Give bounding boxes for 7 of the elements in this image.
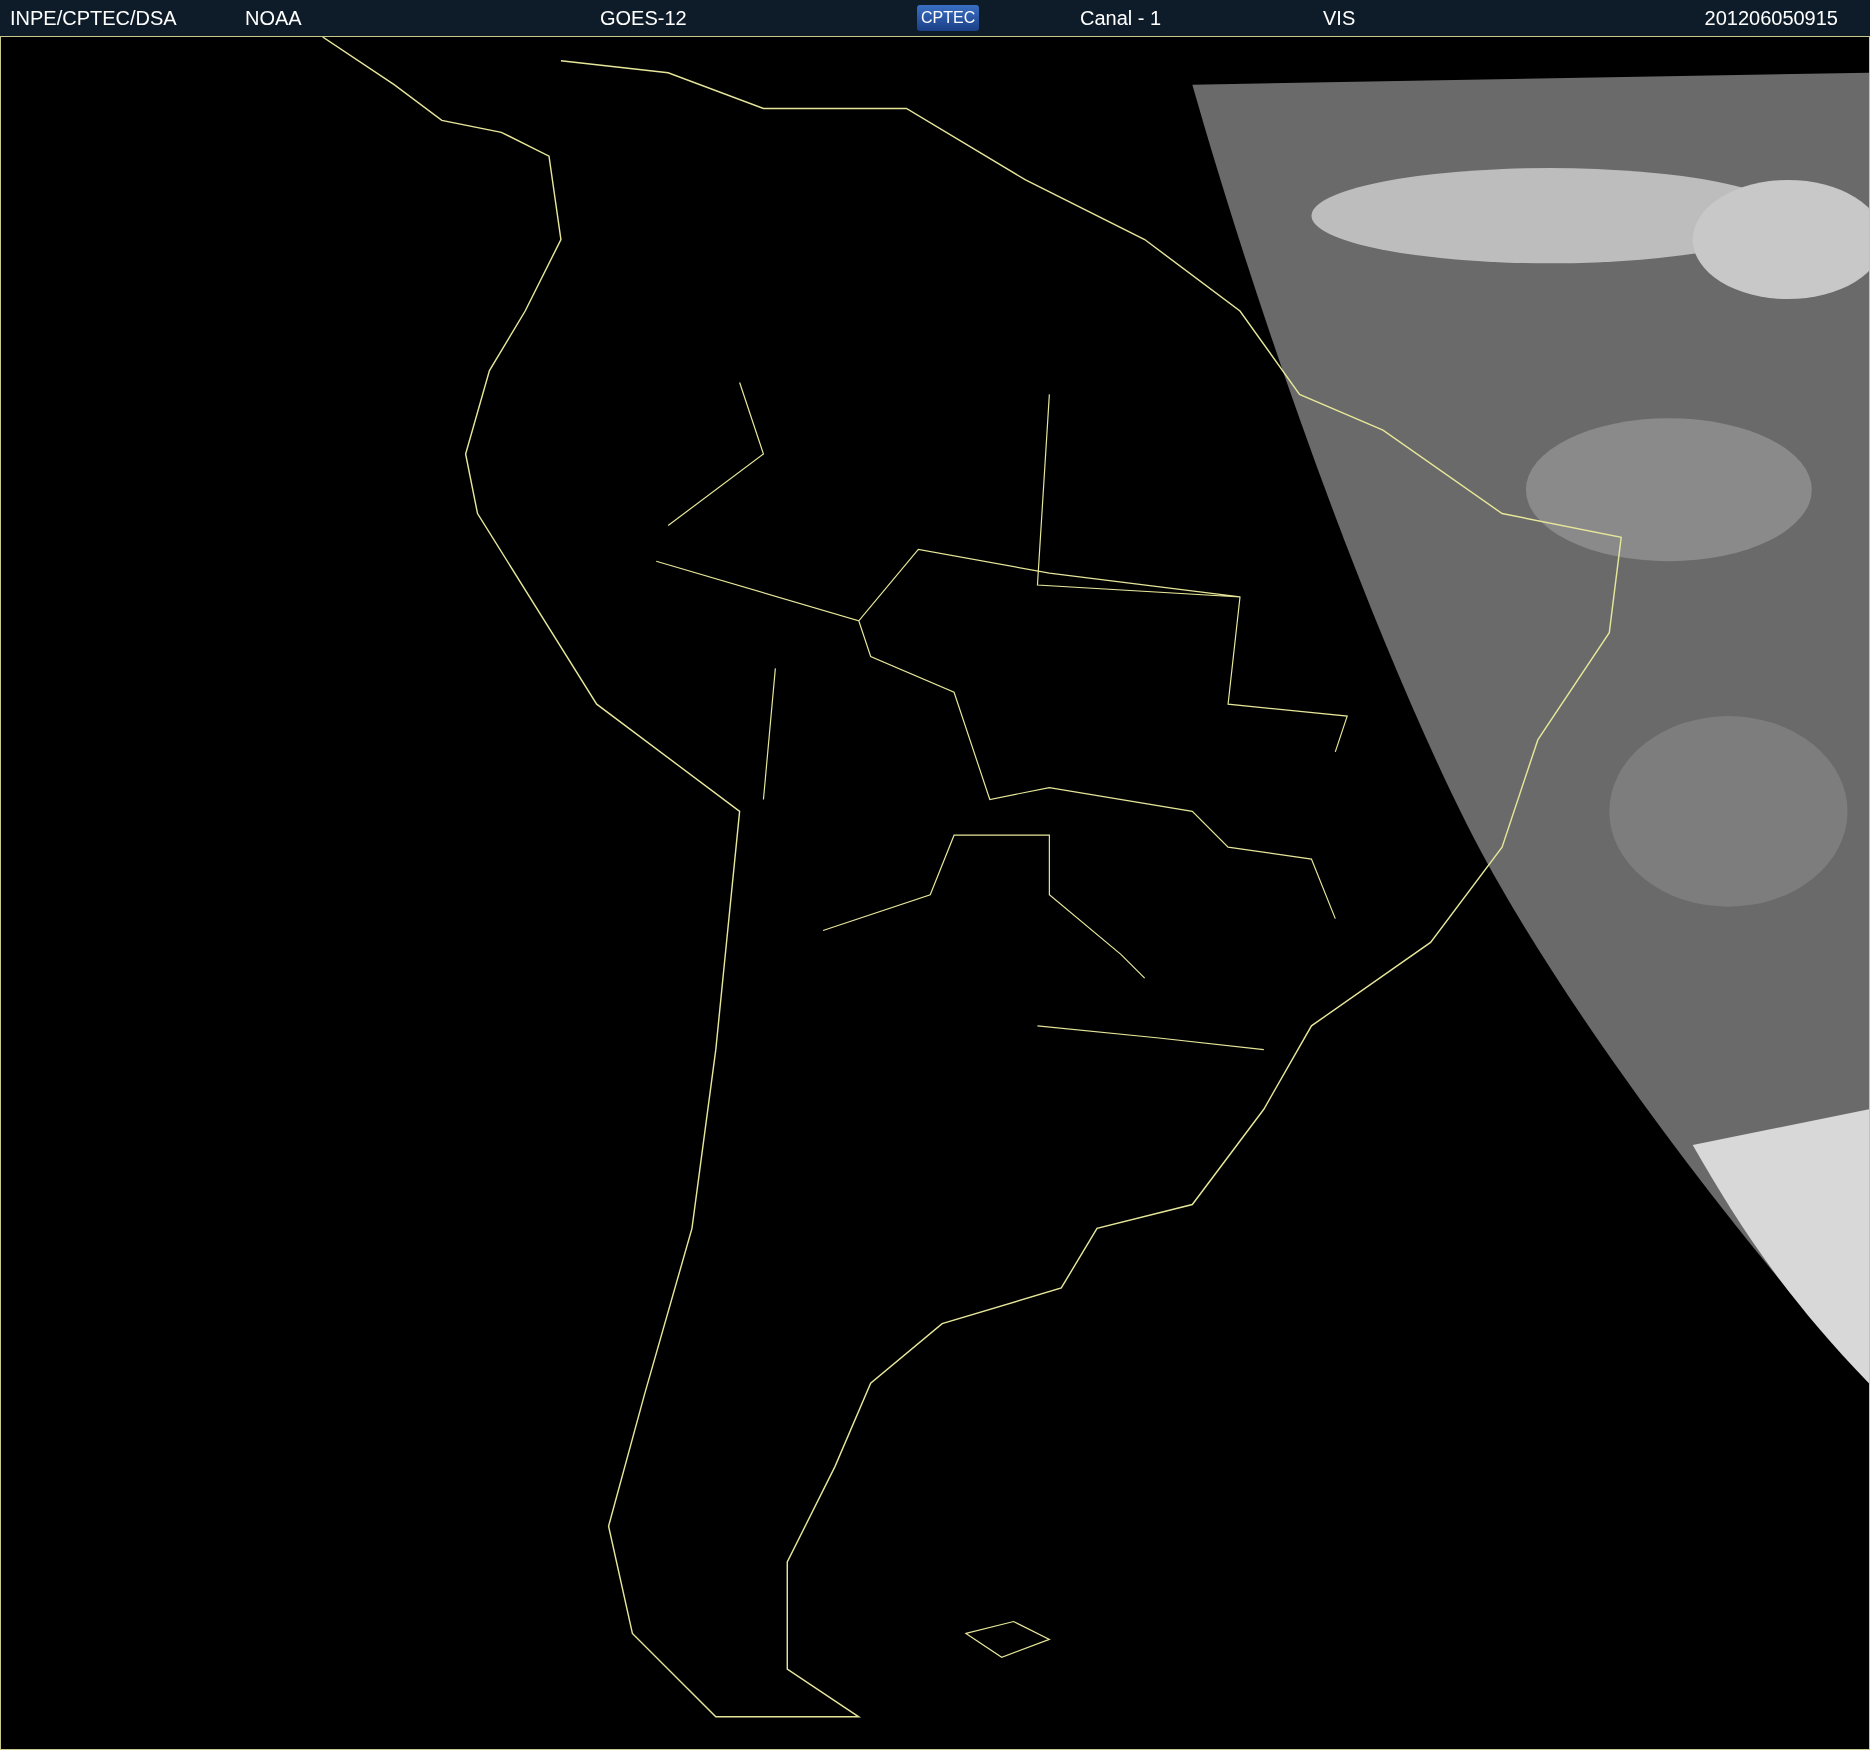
header-label: NOAA bbox=[245, 6, 302, 30]
header-label: INPE/CPTEC/DSA bbox=[10, 6, 177, 30]
header-label: 201206050915 bbox=[1704, 6, 1838, 30]
header-label: GOES-12 bbox=[600, 6, 687, 30]
header-label: VIS bbox=[1323, 6, 1356, 30]
header-label: Canal - 1 bbox=[1080, 6, 1162, 30]
logo: CPTEC bbox=[917, 5, 980, 31]
